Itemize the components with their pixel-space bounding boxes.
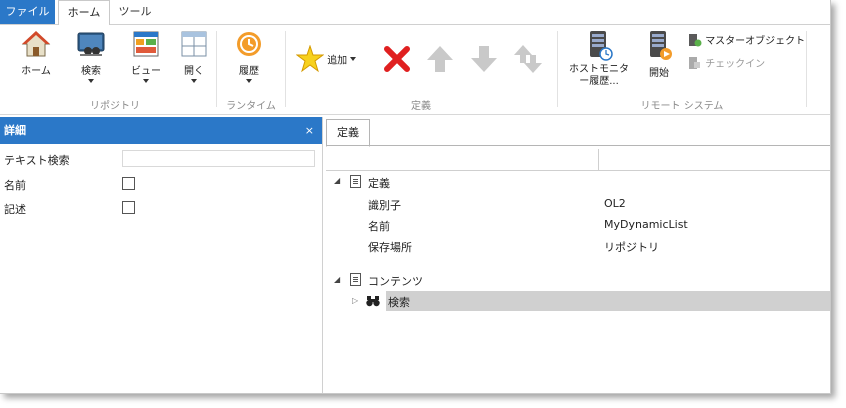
home-icon [21, 31, 51, 57]
start-icon [650, 31, 672, 60]
ribbon: ホーム 検索 ビュー 開く 履歴 追加 ホストモニター履歴... 開始 マスター… [0, 25, 830, 115]
tab-underline [326, 145, 830, 146]
chevron-down-icon [88, 79, 94, 83]
section-definition: 定義 [368, 177, 390, 190]
binoculars-icon [366, 296, 380, 307]
master-object-label: マスターオブジェクト [705, 36, 806, 47]
name-checkbox[interactable] [122, 177, 135, 190]
group-separator [216, 31, 217, 107]
property-value: リポジトリ [604, 241, 659, 254]
property-grid-header [326, 149, 830, 171]
name-filter-label: 名前 [4, 179, 26, 192]
table-row[interactable]: 保存場所 リポジトリ [326, 237, 830, 257]
details-panel: 詳細 × テキスト検索 名前 記述 [0, 117, 323, 393]
table-row[interactable]: 識別子 OL2 [326, 195, 830, 215]
property-value: OL2 [604, 197, 626, 210]
description-filter-label: 記述 [4, 203, 26, 216]
checkin-label: チェックイン [705, 59, 766, 70]
description-checkbox[interactable] [122, 201, 135, 214]
checkin-icon [689, 56, 700, 69]
arrow-down-icon[interactable] [468, 43, 500, 75]
property-column-header[interactable] [326, 149, 599, 170]
text-search-input[interactable] [122, 150, 315, 167]
open-button[interactable]: 開く [174, 29, 214, 83]
history-label: 履歴 [239, 66, 259, 77]
group-separator [806, 31, 807, 107]
group-label-runtime: ランタイム [226, 101, 276, 112]
property-key: 名前 [368, 220, 390, 233]
tab-definition[interactable]: 定義 [326, 119, 370, 147]
master-object-button[interactable]: マスターオブジェクト [688, 32, 806, 47]
ribbon-tab-strip: ファイル ホーム ツール [0, 0, 830, 26]
document-icon [350, 273, 361, 286]
property-key: 保存場所 [368, 241, 412, 254]
list-item[interactable]: ▷ 検索 [326, 291, 830, 311]
group-label-remote: リモート システム [640, 101, 724, 112]
document-icon [350, 175, 361, 188]
view-label: ビュー [131, 66, 161, 77]
group-label-repository: リポジトリ [90, 101, 140, 112]
add-button[interactable]: 追加 [295, 44, 372, 73]
host-monitor-button[interactable]: ホストモニター履歴... [566, 29, 632, 88]
home-label: ホーム [21, 66, 51, 77]
search-icon [77, 32, 105, 56]
property-value: MyDynamicList [604, 218, 688, 231]
arrow-up-icon[interactable] [424, 43, 456, 75]
close-icon[interactable]: × [305, 117, 314, 144]
search-button[interactable]: 検索 [70, 29, 112, 83]
group-label-definition: 定義 [411, 101, 431, 112]
details-header: 詳細 × [0, 117, 322, 144]
collapse-triangle-icon[interactable]: ◢ [334, 275, 340, 284]
host-monitor-label: ホストモニター履歴... [569, 64, 629, 87]
history-icon [237, 32, 261, 56]
search-label: 検索 [81, 66, 101, 77]
add-label: 追加 [327, 55, 348, 67]
open-label: 開く [184, 66, 204, 77]
add-star-icon [295, 44, 325, 73]
table-row[interactable]: 名前 MyDynamicList [326, 216, 830, 236]
start-label: 開始 [649, 68, 669, 79]
text-search-label: テキスト検索 [4, 154, 70, 167]
history-button[interactable]: 履歴 [228, 29, 270, 83]
group-separator [285, 31, 286, 107]
tab-file[interactable]: ファイル [0, 0, 55, 24]
host-monitor-icon [590, 31, 613, 61]
chevron-down-icon [246, 79, 252, 83]
open-icon [181, 31, 207, 57]
selection-highlight [386, 291, 830, 311]
delete-icon[interactable] [381, 43, 413, 75]
expand-triangle-icon[interactable]: ▷ [352, 296, 358, 305]
chevron-down-icon [350, 57, 357, 61]
chevron-down-icon [191, 79, 197, 83]
collapse-triangle-icon[interactable]: ◢ [334, 176, 340, 185]
start-button[interactable]: 開始 [640, 29, 678, 79]
checkin-button[interactable]: チェックイン [688, 55, 778, 70]
home-button[interactable]: ホーム [16, 29, 56, 77]
tab-tools[interactable]: ツール [112, 0, 158, 24]
swap-icon[interactable] [512, 43, 544, 75]
view-icon [133, 31, 159, 57]
property-key: 識別子 [368, 199, 401, 212]
master-object-icon [689, 33, 702, 46]
chevron-down-icon [143, 79, 149, 83]
group-separator [557, 31, 558, 107]
app-window: ファイル ホーム ツール ホーム 検索 ビュー 開く 履歴 追加 ホストモニター… [0, 0, 831, 394]
section-contents: コンテンツ [368, 275, 423, 288]
view-button[interactable]: ビュー [126, 29, 166, 83]
definition-panel: 定義 ◢ 定義 識別子 OL2 名前 MyDynamicList 保存場所 リポ… [326, 117, 830, 393]
tab-home[interactable]: ホーム [58, 0, 110, 26]
contents-item-label: 検索 [388, 296, 410, 309]
details-title: 詳細 [4, 124, 26, 137]
